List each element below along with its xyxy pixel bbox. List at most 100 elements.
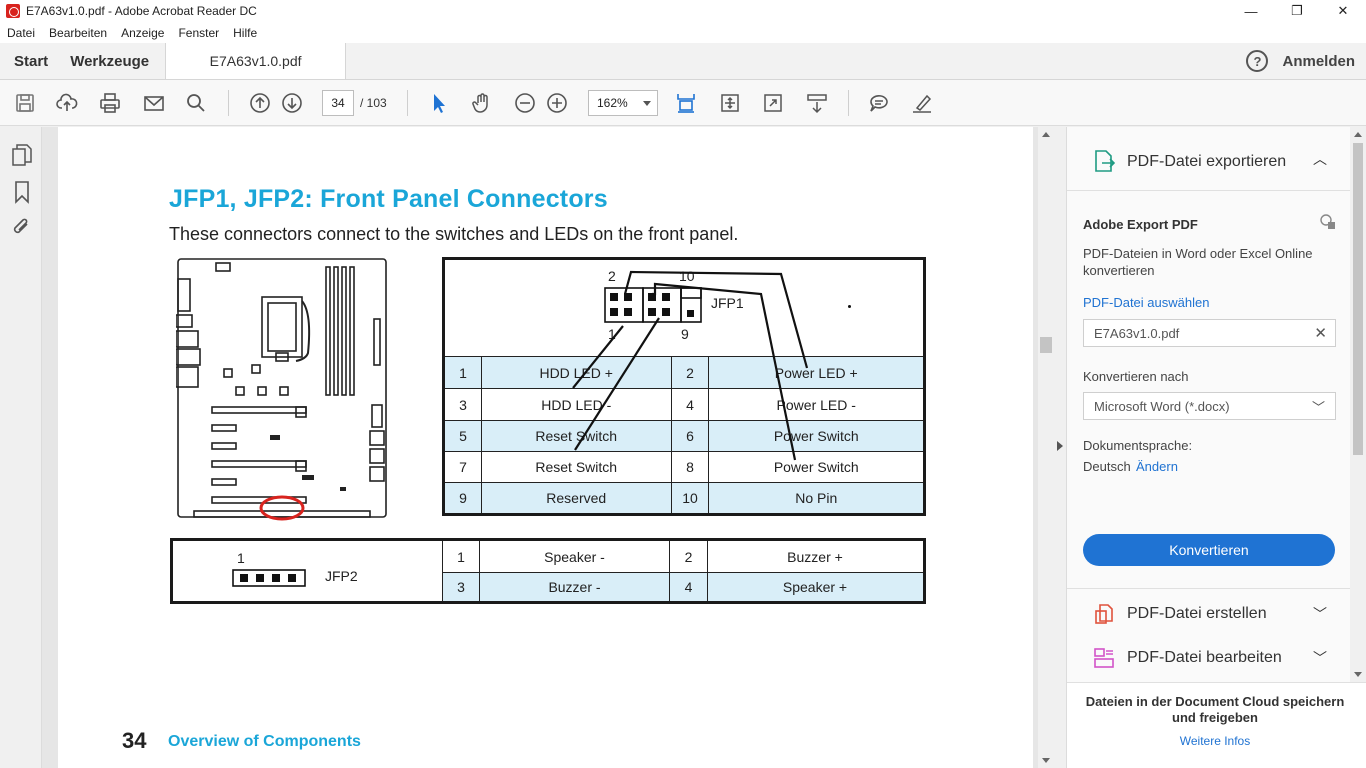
attachments-icon[interactable] [11,215,33,239]
jfp2-pin-label-1: 1 [237,550,245,566]
scroll-up-icon[interactable] [1354,132,1362,137]
pin-function: Speaker - [480,541,670,572]
select-cursor-icon[interactable] [426,90,452,116]
rotate-view-icon[interactable] [717,90,743,116]
restore-icon[interactable]: ❐ [1274,0,1320,22]
menu-fenster[interactable]: Fenster [178,26,219,40]
print-icon[interactable] [97,90,123,116]
zoom-select[interactable]: 162% [588,90,658,116]
table-row: 3 Buzzer - 4 Speaker + [443,572,923,601]
select-pdf-link[interactable]: PDF-Datei auswählen [1083,295,1209,310]
minimize-icon[interactable]: — [1228,0,1274,22]
scroll-up-icon[interactable] [1042,132,1050,137]
cloud-upload-icon[interactable] [54,90,80,116]
table-row: 1 Speaker - 2 Buzzer + [443,541,923,572]
pin-number: 5 [445,421,482,451]
zoom-in-icon[interactable] [544,90,570,116]
search-icon[interactable] [183,90,209,116]
chevron-up-icon[interactable]: ︿ [1313,149,1327,169]
convert-button[interactable]: Konvertieren [1083,534,1335,566]
tools-pane-scrollbar[interactable] [1350,127,1366,682]
stray-dot [848,305,851,308]
scroll-down-icon[interactable] [1042,758,1050,763]
comment-icon[interactable] [866,90,892,116]
toolbar-separator [228,90,229,116]
hand-tool-icon[interactable] [469,90,495,116]
menu-datei[interactable]: Datei [7,26,35,40]
tab-row: Start Werkzeuge E7A63v1.0.pdf ? Anmelden [0,43,1366,80]
export-pdf-title: PDF-Datei exportieren [1127,153,1287,170]
pin-function: Power LED + [774,364,858,381]
page-number-input[interactable]: 34 [322,90,354,116]
page-heading: JFP1, JFP2: Front Panel Connectors [169,185,608,213]
bookmarks-icon[interactable] [11,180,33,204]
pin-function: Reset Switch [482,421,672,451]
pin-number: 9 [445,483,482,513]
document-scrollbar[interactable] [1038,127,1054,768]
collapse-right-pane-icon[interactable] [1057,441,1063,451]
email-icon[interactable] [141,90,167,116]
menu-hilfe[interactable]: Hilfe [233,26,257,40]
zoom-out-icon[interactable] [512,90,538,116]
selected-file-field[interactable]: E7A63v1.0.pdf ✕ [1083,319,1336,347]
menu-bearbeiten[interactable]: Bearbeiten [49,26,107,40]
table-row: 5 Reset Switch 6 Power Switch [445,420,923,451]
pin-number: 4 [670,573,708,601]
chevron-down-icon: ﹀ [1313,606,1327,622]
pin-number: 2 [672,357,710,388]
page-thumbnails-icon[interactable] [11,143,33,167]
tab-start[interactable]: Start [0,43,62,79]
jfp1-label: JFP1 [711,295,744,311]
previous-page-icon[interactable] [247,90,273,116]
scroll-thumb[interactable] [1040,337,1052,353]
create-pdf-section[interactable]: PDF-Datei erstellen ﹀ [1067,592,1351,636]
pin-function: Buzzer - [480,573,670,601]
document-language-label: Dokumentsprache: [1083,438,1193,453]
edit-pdf-section[interactable]: PDF-Datei bearbeiten ﹀ [1067,636,1351,680]
jfp1-highlight-circle [259,495,305,521]
pin-function: Buzzer + [787,548,843,565]
highlight-pen-icon[interactable] [909,90,935,116]
more-info-link[interactable]: Weitere Infos [1079,734,1351,748]
export-pdf-header[interactable]: PDF-Datei exportieren ︿ [1067,127,1351,191]
pin-function: Reserved [482,483,672,513]
scroll-mode-icon[interactable] [804,90,830,116]
convert-format-select[interactable]: Microsoft Word (*.docx) ﹀ [1083,392,1336,420]
pin-number: 1 [443,541,480,572]
tab-document[interactable]: E7A63v1.0.pdf [166,43,347,79]
pdf-page: JFP1, JFP2: Front Panel Connectors These… [58,127,1033,768]
next-page-icon[interactable] [279,90,305,116]
tab-tools[interactable]: Werkzeuge [62,43,167,79]
toolbar-separator [848,90,849,116]
table-row: 9 Reserved 10 No Pin [445,482,923,513]
close-icon[interactable]: ✕ [1320,0,1366,22]
scroll-thumb[interactable] [1353,143,1363,455]
scroll-down-icon[interactable] [1354,672,1362,677]
login-button[interactable]: Anmelden [1282,43,1366,79]
menu-anzeige[interactable]: Anzeige [121,26,164,40]
pin-number: 4 [672,389,710,420]
tools-pane: PDF-Datei exportieren ︿ Adobe Export PDF… [1066,127,1366,768]
chevron-down-icon: ﹀ [1313,650,1327,666]
cloud-promo-text: Dateien in der Document Cloud speichern … [1085,694,1345,725]
help-icon[interactable]: ? [1246,50,1269,72]
convert-format-value: Microsoft Word (*.docx) [1094,398,1230,414]
account-settings-icon[interactable] [1319,213,1337,231]
tab-spacer [346,43,1246,79]
pin-function: HDD LED + [482,357,672,388]
adobe-export-title: Adobe Export PDF [1083,217,1198,232]
pin-function: Power Switch [773,459,859,475]
chevron-down-icon: ﹀ [1311,400,1325,415]
full-screen-icon[interactable] [760,90,786,116]
pin-number: 1 [445,357,482,388]
zoom-value: 162% [597,96,628,110]
jfp2-connector-cell: 1 JFP2 [173,541,443,601]
change-language-link[interactable]: Ändern [1136,459,1178,474]
fit-page-icon[interactable] [673,90,699,116]
convert-to-label: Konvertieren nach [1083,369,1189,384]
document-viewport[interactable]: JFP1, JFP2: Front Panel Connectors These… [42,127,1053,768]
chevron-down-icon [643,101,651,106]
pin-function: Power Switch [773,428,859,444]
clear-file-icon[interactable]: ✕ [1314,324,1327,342]
save-icon[interactable] [12,90,38,116]
